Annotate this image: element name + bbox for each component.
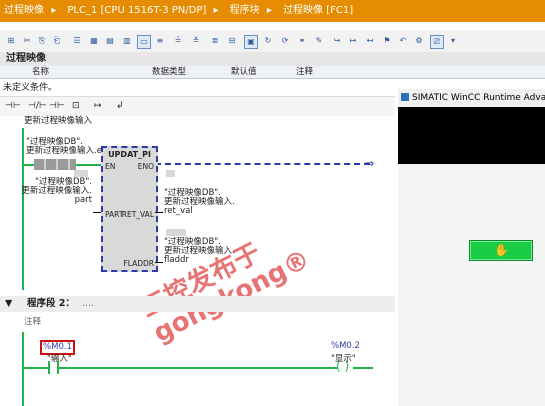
ret-val-value-box xyxy=(166,170,175,177)
pin-eno: ENO xyxy=(137,162,154,171)
toolbar-table-icon[interactable]: ▤ xyxy=(104,35,116,47)
pin-part: PART xyxy=(105,210,124,219)
toolbar-insert-icon[interactable]: ⊞ xyxy=(5,35,17,47)
column-comment: 注释 xyxy=(296,67,314,77)
toolbar-link-icon[interactable]: ⚭ xyxy=(296,35,308,47)
breadcrumb-item-plc[interactable]: PLC_1 [CPU 1516T-3 PN/DP] xyxy=(67,5,206,16)
wire xyxy=(353,367,373,369)
wincc-button[interactable]: ✋ xyxy=(469,240,533,261)
power-rail xyxy=(22,128,24,290)
toolbar-mark-icon[interactable]: ✎ xyxy=(313,35,325,47)
wincc-titlebar[interactable]: SIMATIC WinCC Runtime Advanced xyxy=(398,89,545,107)
column-name: 名称 xyxy=(32,67,50,77)
open-branch-icon[interactable]: ↦ xyxy=(94,100,102,113)
wire xyxy=(76,164,102,166)
toolbar-sort-down-icon[interactable]: ≟ xyxy=(172,35,184,47)
en-contact[interactable] xyxy=(34,159,76,170)
wire xyxy=(24,164,34,166)
input-contact-left[interactable] xyxy=(48,361,50,374)
collapse-triangle-icon[interactable]: ▼ xyxy=(5,296,12,312)
wire xyxy=(155,262,163,263)
toolbar-list-icon[interactable]: ☰ xyxy=(71,35,83,47)
coil-icon[interactable]: ⊣⊢ xyxy=(49,100,65,113)
toolbar-cut-icon[interactable]: ✂ xyxy=(21,35,33,47)
editor-toolbar: ⊞ ✂ ⎘ ⎗ ☰ ▦ ▤ ▥ ▭ ≡ ≟ ≚ ≣ ⊟ ▣ ↻ ⟳ ⚭ ✎ ↪ … xyxy=(0,30,545,53)
undefined-condition-text: 未定义条件。 xyxy=(3,83,58,93)
eno-end-arrow-icon: ⇒ xyxy=(365,157,375,170)
cursor-hand-icon: ✋ xyxy=(494,243,509,257)
wire xyxy=(24,367,48,369)
network-2-title: 程序段 2： xyxy=(27,298,75,309)
toolbar-grid-icon[interactable]: ▦ xyxy=(88,35,100,47)
toolbar-online-icon[interactable]: ⎚ xyxy=(430,35,444,49)
breadcrumb-item-project[interactable]: 过程映像 xyxy=(4,5,44,16)
en-contact-label[interactable]: "过程映像DB". 更新过程映像输入.en xyxy=(26,138,107,156)
empty-box-icon[interactable]: ⊡ xyxy=(72,100,80,113)
breadcrumb-separator: ▸ xyxy=(51,5,57,16)
network-2-header[interactable]: ▼ 程序段 2： .... xyxy=(0,296,395,312)
toolbar-refresh-icon[interactable]: ↻ xyxy=(262,35,274,47)
pin-ret-val: RET_VAL xyxy=(121,210,154,219)
block-name: UPDAT_PI xyxy=(108,150,151,159)
network-2-dots: .... xyxy=(82,298,95,309)
network-1-title: 更新过程映像输入 xyxy=(24,116,93,126)
toolbar-back-icon[interactable]: ↶ xyxy=(397,35,409,47)
toolbar-collapse-icon[interactable]: ⊟ xyxy=(226,35,238,47)
breadcrumb-separator: ▸ xyxy=(213,5,219,16)
close-branch-icon[interactable]: ↲ xyxy=(116,100,124,113)
breadcrumb-item-blocks[interactable]: 程序块 xyxy=(230,5,260,16)
toolbar-copy-icon[interactable]: ⎘ xyxy=(36,35,48,47)
toolbar-rows-icon[interactable]: ▥ xyxy=(121,35,133,47)
pin-fladdr: FLADDR xyxy=(123,259,154,268)
input-name[interactable]: "输入" xyxy=(47,352,72,364)
column-default: 默认值 xyxy=(231,67,257,77)
interface-column-header: 名称 数据类型 默认值 注释 xyxy=(0,66,545,79)
network-1: 更新过程映像输入 "过程映像DB". 更新过程映像输入.en ⇒ UPDAT_P… xyxy=(0,116,395,349)
toolbar-align-icon[interactable]: ≡ xyxy=(154,35,166,47)
toolbar-prev-icon[interactable]: ↤ xyxy=(364,35,376,47)
breadcrumb-separator: ▸ xyxy=(266,5,272,16)
eno-output-line xyxy=(155,163,370,165)
breadcrumb: 过程映像 ▸ PLC_1 [CPU 1516T-3 PN/DP] ▸ 程序块 ▸… xyxy=(0,0,545,22)
toolbar-next-icon[interactable]: ↦ xyxy=(347,35,359,47)
toolbar-view-icon[interactable]: ▣ xyxy=(244,35,258,49)
part-value-box xyxy=(74,170,88,177)
wire xyxy=(93,212,101,213)
part-operand-text: "过程映像DB". 更新过程映像输入. part xyxy=(21,177,92,205)
toolbar-abs-icon[interactable]: ≣ xyxy=(209,35,221,47)
wire xyxy=(155,212,163,213)
wincc-app-icon xyxy=(401,93,409,101)
wincc-screen: ✋ xyxy=(398,164,545,406)
toolbar-monitor-icon[interactable]: ⚑ xyxy=(381,35,393,47)
breadcrumb-item-fc1[interactable]: 过程映像 [FC1] xyxy=(283,5,353,16)
nc-contact-icon[interactable]: ⊣/⊢ xyxy=(28,100,47,113)
toolbar-paste-icon[interactable]: ⎗ xyxy=(51,35,63,47)
network-2-comment[interactable]: 注释 xyxy=(0,316,395,329)
part-operand-label[interactable]: "过程映像DB". 更新过程映像输入. part xyxy=(21,178,92,205)
column-datatype: 数据类型 xyxy=(152,67,187,77)
updat-pi-block[interactable]: UPDAT_PI EN ENO PART RET_VAL FLADDR xyxy=(101,146,158,272)
toolbar-sort-up-icon[interactable]: ≚ xyxy=(190,35,202,47)
fladdr-value-box xyxy=(166,229,186,236)
wincc-runtime-window: SIMATIC WinCC Runtime Advanced ✋ xyxy=(398,89,545,406)
toolbar-dropdown-icon[interactable]: ▾ xyxy=(447,35,459,47)
power-rail-2 xyxy=(22,332,24,406)
ret-val-operand-label[interactable]: "过程映像DB". 更新过程映像输入. ret_val xyxy=(164,189,235,216)
toolbar-status-icon[interactable]: ⚙ xyxy=(413,35,425,47)
toolbar-jump-icon[interactable]: ↪ xyxy=(331,35,343,47)
interface-title: 过程映像 xyxy=(0,52,545,66)
output-name[interactable]: "显示" xyxy=(331,352,356,364)
wincc-title: SIMATIC WinCC Runtime Advanced xyxy=(412,93,545,103)
no-contact-icon[interactable]: ⊣⊢ xyxy=(5,100,21,113)
pin-en: EN xyxy=(105,162,116,171)
toolbar-cycle-icon[interactable]: ⟳ xyxy=(279,35,291,47)
output-address[interactable]: %M0.2 xyxy=(331,341,360,351)
toolbar-comment-icon[interactable]: ▭ xyxy=(137,35,151,49)
wire xyxy=(59,367,337,369)
